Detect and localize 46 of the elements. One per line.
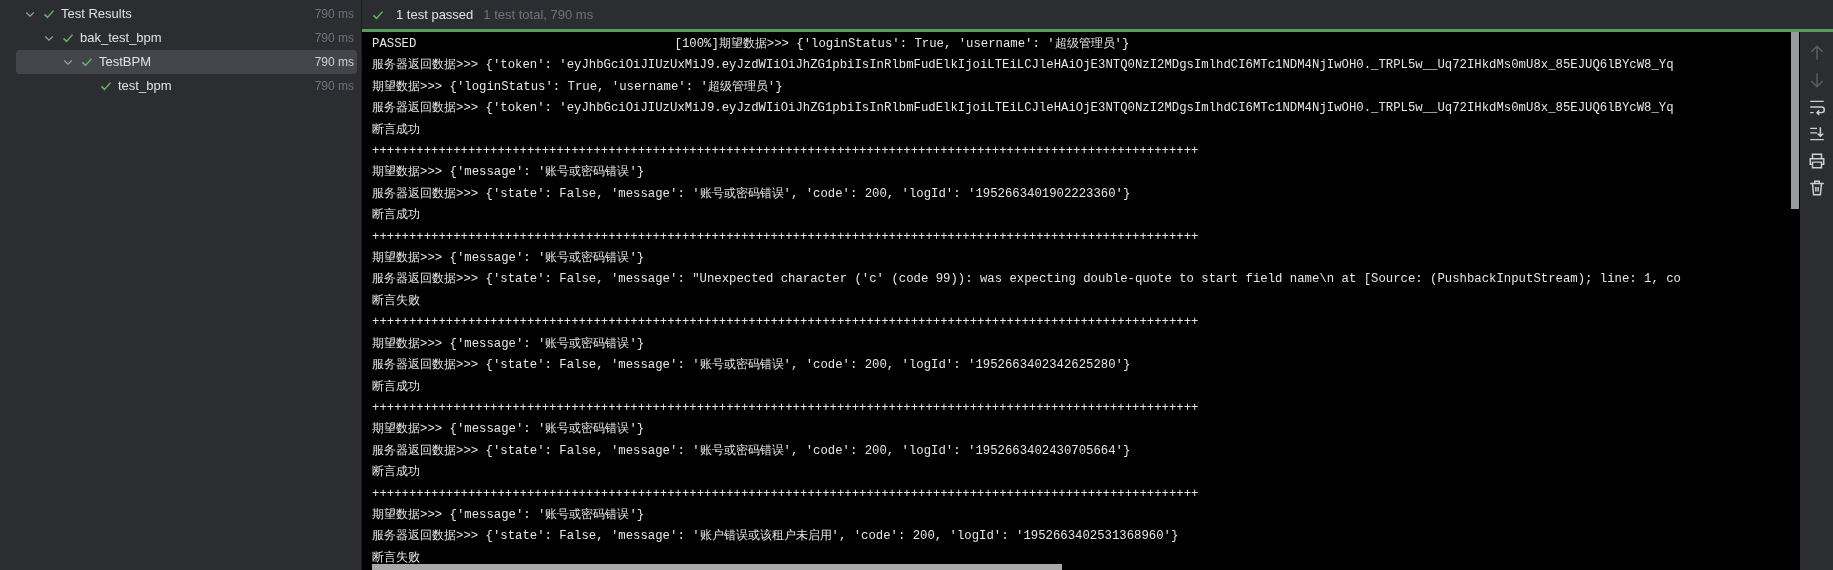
status-text: PASSED <box>372 36 418 53</box>
test-name: test_bpm <box>118 77 172 96</box>
test-summary: 1 test total, 790 ms <box>483 5 594 24</box>
test-name: bak_test_bpm <box>80 29 162 48</box>
print-icon <box>1807 152 1826 170</box>
log-line: 服务器返回数据>>> {'state': False, 'message': '账号或密码错误', 'code': 200, 'logId': '1952663402430705664'} <box>372 442 1131 460</box>
log-line: 期望数据>>> {'message': '账号或密码错误'} <box>372 421 645 439</box>
tree-item[interactable]: test_bpm 790 ms <box>16 74 357 98</box>
trash-icon <box>1807 179 1826 197</box>
log-line: 服务器返回数据>>> {'state': False, 'message': '账号或密码错误', 'code': 200, 'logId': '1952663401902223360'} <box>372 185 1131 203</box>
scroll-to-end-icon <box>1807 125 1826 143</box>
log-line: 断言成功 <box>372 464 420 482</box>
log-line: 服务器返回数据>>> {'token': 'eyJhbGciOiJIUzUxMiJ9.eyJzdWIiOiJhZG1pbiIsInRlbmFudElkIjoiLTEiLCJleHAiOjE3NTQ0NzI2MDgsImlhdCI6MTc1NDM4NjIwOH0._TRPL5w__Uq72IHkdMs0mU8x_85EJUQ6lBYcW8_Yq <box>372 57 1674 75</box>
log-line: ++++++++++++++++++++++++++++++++++++++++++++++++++++++++++++++++++++++++++++++++++++++++++++++++++++++++++++++++ <box>372 314 1199 332</box>
log-line: 期望数据>>> {'message': '账号或密码错误'} <box>372 506 645 524</box>
log-line: 期望数据>>> {'message': '账号或密码错误'} <box>372 335 645 353</box>
log-line: 断言成功 <box>372 378 420 396</box>
test-result: 1 test passed <box>396 5 474 24</box>
log-line: 断言成功 <box>372 207 420 225</box>
log-line: 断言失败 <box>372 549 420 567</box>
log-line: 服务器返回数据>>> {'state': False, 'message': '账户错误或该租户未启用', 'code': 200, 'logId': '1952663402531368960'} <box>372 528 1179 546</box>
log-line: 服务器返回数据>>> {'state': False, 'message': '账号或密码错误', 'code': 200, 'logId': '1952663402342625280'} <box>372 357 1131 375</box>
log-line: ++++++++++++++++++++++++++++++++++++++++++++++++++++++++++++++++++++++++++++++++++++++++++++++++++++++++++++++++ <box>372 143 1199 161</box>
test-name: TestBPM <box>99 53 151 72</box>
log-line: ++++++++++++++++++++++++++++++++++++++++++++++++++++++++++++++++++++++++++++++++++++++++++++++++++++++++++++++++ <box>372 399 1199 417</box>
log-line: ++++++++++++++++++++++++++++++++++++++++++++++++++++++++++++++++++++++++++++++++++++++++++++++++++++++++++++++++ <box>372 228 1199 246</box>
log-line: 服务器返回数据>>> {'token': 'eyJhbGciOiJIUzUxMiJ9.eyJzdWIiOiJhZG1pbiIsInRlbmFudElkIjoiLTEiLCJleHAiOjE3NTQ0NzI2MDgsImlhdCI6MTc1NDM4NjIwOH0._TRPL5w__Uq72IHkdMs0mU8x_85EJUQ6lBYcW8_Yq <box>372 100 1674 118</box>
soft-wrap-icon <box>1807 98 1826 116</box>
log-line: 期望数据>>> {'loginStatus': True, 'username': '超级管理员'} <box>372 78 783 96</box>
log-line: 服务器返回数据>>> {'state': False, 'message': "Unexpected character ('c' (code 99)): was expecting double-quote to start field name\n at [Source: (PushbackInputStream); line: 1, co <box>372 271 1681 289</box>
duration: 790 ms <box>314 6 354 23</box>
log-line: 期望数据>>> {'message': '账号或密码错误'} <box>372 164 645 182</box>
duration: 790 ms <box>314 78 354 95</box>
log-line: [100%]期望数据>>> {'loginStatus': True, 'username': '超级管理员'} <box>674 37 1130 51</box>
log-line: 期望数据>>> {'message': '账号或密码错误'} <box>372 250 645 268</box>
tree-item[interactable]: bak_test_bpm 790 ms <box>16 26 357 50</box>
test-name: Test Results <box>61 5 132 24</box>
log-line: 断言失败 <box>372 292 420 310</box>
scrollbar[interactable] <box>1790 32 1800 570</box>
log-line: ++++++++++++++++++++++++++++++++++++++++++++++++++++++++++++++++++++++++++++++++++++++++++++++++++++++++++++++++ <box>372 485 1199 503</box>
tree-item[interactable]: Test Results 790 ms <box>16 2 357 26</box>
tree-item[interactable]: TestBPM 790 ms <box>16 50 357 74</box>
log-line: 断言成功 <box>372 121 420 139</box>
duration: 790 ms <box>314 30 354 47</box>
scrollbar[interactable] <box>372 564 1062 570</box>
duration: 790 ms <box>314 54 354 71</box>
